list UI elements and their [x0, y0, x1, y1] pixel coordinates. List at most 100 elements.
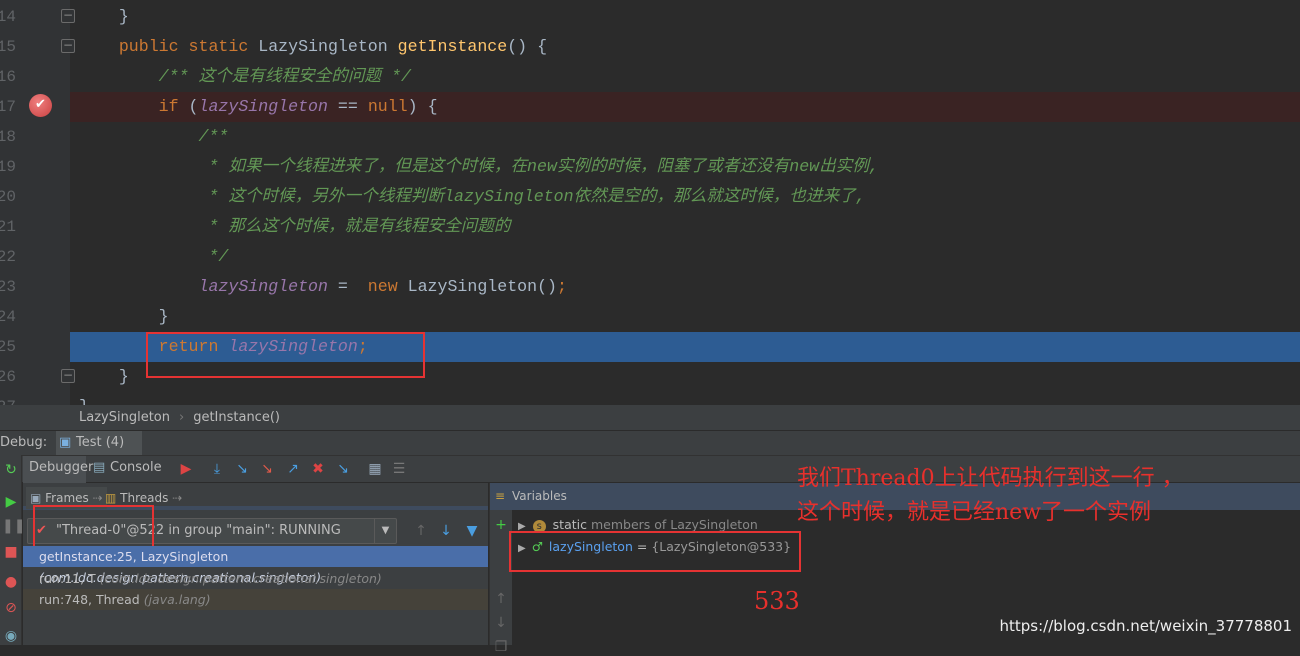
- code-line[interactable]: lazySingleton = new LazySingleton();: [70, 272, 1300, 302]
- code-line[interactable]: }: [70, 302, 1300, 332]
- camera-icon[interactable]: ◉: [2, 627, 20, 645]
- chevron-down-icon[interactable]: ▼: [374, 519, 396, 543]
- code-token: /** 这个是有线程安全的问题 */: [79, 67, 411, 86]
- code-token: getInstance: [397, 37, 508, 56]
- gutter: 14 15 16 17 18 19 20 21 22 23 24 25 26 27: [0, 0, 70, 405]
- previous-frame-icon[interactable]: ↑: [412, 522, 430, 540]
- annotation-value: 533: [754, 587, 800, 615]
- frame-row[interactable]: run:11, T (com.ldc.design.pattern.creati…: [23, 568, 488, 589]
- fold-icon[interactable]: −: [61, 9, 75, 23]
- code-token: lazySingleton: [198, 97, 328, 116]
- code-token: ;: [557, 277, 567, 296]
- tab-test-label: Test (4): [76, 435, 125, 450]
- resume-icon[interactable]: ▶: [2, 493, 20, 511]
- highlight-box-thread: [33, 505, 154, 548]
- stop-icon[interactable]: ■: [2, 543, 20, 561]
- step-into-icon[interactable]: ↘: [233, 460, 251, 478]
- code-token: * 如果一个线程进来了，但是这个时候，在new实例的时候，阻塞了或者还没有new…: [79, 157, 879, 176]
- line-number: 19: [0, 158, 16, 176]
- debug-tabbar: Debug: ▣ Test (4) ×: [0, 430, 1300, 474]
- debug-label: Debug:: [0, 435, 48, 450]
- mute-breakpoints-icon[interactable]: ⊘: [2, 599, 20, 617]
- tab-frames-label: Frames: [45, 491, 89, 505]
- console-icon: ▤: [93, 460, 106, 475]
- code-line[interactable]: }: [70, 2, 1300, 32]
- line-number: 26: [0, 368, 16, 386]
- code-token: LazySingleton: [258, 37, 398, 56]
- code-token: ) {: [407, 97, 438, 116]
- code-line[interactable]: */: [70, 242, 1300, 272]
- breadcrumb: LazySingleton › getInstance(): [0, 405, 1300, 430]
- code-token: * 那么这个时候，就是有线程安全问题的: [79, 217, 511, 236]
- code-token: null: [367, 97, 408, 116]
- run-to-cursor-icon[interactable]: ↘: [334, 460, 352, 478]
- code-line[interactable]: * 如果一个线程进来了，但是这个时候，在new实例的时候，阻塞了或者还没有new…: [70, 152, 1300, 182]
- filter-icon[interactable]: ▼: [463, 522, 481, 540]
- code-token: if: [79, 97, 189, 116]
- variables-icon: ≡: [495, 489, 506, 503]
- frame-row[interactable]: run:748, Thread (java.lang): [23, 589, 488, 610]
- copy-icon[interactable]: ❐: [492, 638, 510, 656]
- force-step-into-icon[interactable]: ↘: [258, 460, 276, 478]
- breadcrumb-class[interactable]: LazySingleton: [79, 410, 170, 425]
- code-line[interactable]: * 那么这个时候，就是有线程安全问题的: [70, 212, 1300, 242]
- tab-test[interactable]: ▣ Test (4) ×: [56, 431, 142, 474]
- code-token: /**: [79, 127, 229, 146]
- view-breakpoints-icon[interactable]: ●: [2, 573, 20, 591]
- run-config-icon: ▣: [59, 435, 72, 450]
- line-number: 24: [0, 308, 16, 326]
- move-up-icon[interactable]: ↑: [492, 590, 510, 608]
- drop-frame-icon[interactable]: ✖: [309, 460, 327, 478]
- code-token: lazySingleton: [198, 277, 328, 296]
- tab-threads-label: Threads: [120, 491, 169, 505]
- code-token: public static: [79, 37, 259, 56]
- rerun-icon[interactable]: ↻: [2, 461, 20, 479]
- line-number: 14: [0, 8, 16, 26]
- code-token: }: [79, 397, 89, 405]
- evaluate-expression-icon[interactable]: ▦: [366, 460, 384, 478]
- fold-icon[interactable]: −: [61, 369, 75, 383]
- line-number: 17: [0, 98, 16, 116]
- new-watch-icon[interactable]: +: [492, 516, 510, 534]
- line-number: 22: [0, 248, 16, 266]
- threads-icon: ▥: [105, 491, 121, 505]
- code-token: }: [118, 7, 129, 26]
- annotation-line2: 这个时候，就是已经new了一个实例: [797, 500, 1152, 525]
- frames-panel: ▣ Frames ⇢ ▥ Threads ⇢ ✔ "Thread-0"@522 …: [23, 483, 488, 645]
- pause-icon[interactable]: ❚❚: [2, 517, 25, 535]
- code-line[interactable]: if (lazySingleton == null) {: [70, 92, 1300, 122]
- code-line[interactable]: public static LazySingleton getInstance(…: [70, 32, 1300, 62]
- show-execution-point-icon[interactable]: ▶: [177, 460, 195, 478]
- variables-title: Variables: [512, 489, 567, 503]
- breakpoint-icon[interactable]: ✔: [29, 94, 52, 117]
- highlight-box-return: [146, 332, 425, 378]
- move-down-icon[interactable]: ↓: [492, 614, 510, 632]
- code-token: new: [367, 277, 408, 296]
- step-over-icon[interactable]: ⤓: [208, 460, 226, 478]
- code-token: * 这个时候，另外一个线程判断lazySingleton依然是空的，那么就这时候…: [79, 187, 866, 206]
- fold-icon[interactable]: −: [61, 39, 75, 53]
- step-out-icon[interactable]: ↗: [284, 460, 302, 478]
- tab-console[interactable]: Console: [110, 460, 162, 475]
- line-number: 15: [0, 38, 16, 56]
- tab-debugger[interactable]: Debugger: [29, 460, 93, 475]
- line-number: 23: [0, 278, 16, 296]
- code-line[interactable]: /** 这个是有线程安全的问题 */: [70, 62, 1300, 92]
- code-token: ==: [327, 97, 368, 116]
- trace-icon[interactable]: ☰: [390, 460, 408, 478]
- frames-icon: ▣: [30, 491, 46, 505]
- code-editor[interactable]: 14 15 16 17 18 19 20 21 22 23 24 25 26 27 } public st…: [0, 0, 1300, 405]
- frame-row[interactable]: getInstance:25, LazySingleton (com.ldc.d…: [23, 546, 488, 585]
- code-line[interactable]: /**: [70, 122, 1300, 152]
- breadcrumb-method[interactable]: getInstance(): [193, 410, 280, 425]
- code-token: }: [79, 307, 169, 326]
- line-number: 27: [0, 398, 16, 405]
- code-token: */: [79, 247, 229, 266]
- code-line[interactable]: * 这个时候，另外一个线程判断lazySingleton依然是空的，那么就这时候…: [70, 182, 1300, 212]
- code-token: (: [188, 97, 199, 116]
- code-token: () {: [507, 37, 548, 56]
- next-frame-icon[interactable]: ↓: [437, 522, 455, 540]
- code-line[interactable]: }: [70, 392, 1300, 405]
